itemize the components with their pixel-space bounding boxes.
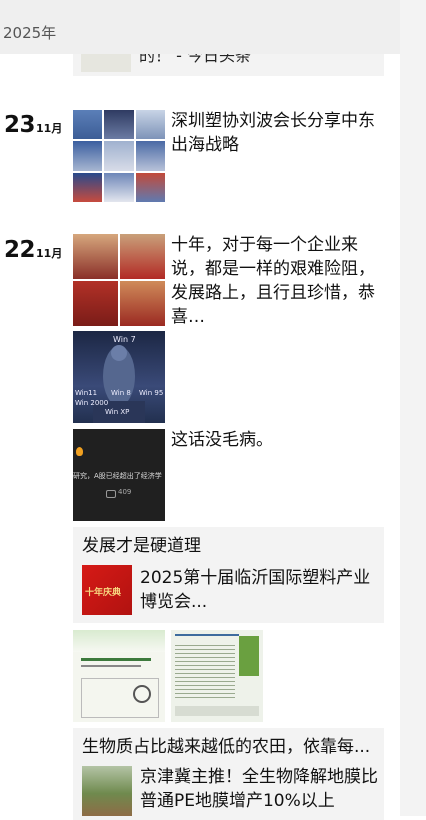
share-link-text: 2025第十届临沂国际塑料产业博览会...: [140, 568, 371, 612]
document-image: [175, 634, 239, 636]
document-image: [73, 630, 165, 652]
post-text[interactable]: 十年，对于每一个企业来说，都是一样的艰难险阻，发展路上，且行且珍惜，恭喜…: [171, 233, 383, 329]
post-image[interactable]: Win 7 Win11 Win 8 Win 95 Win 2000 Win XP: [73, 331, 165, 423]
image-label: Win 8: [111, 389, 131, 397]
shared-link-card[interactable]: 发展才是硬道理 十年庆典 2025第十届临沂国际塑料产业博览会...: [73, 527, 384, 623]
post-month: 11月: [36, 122, 63, 135]
comment-icon: [106, 490, 116, 498]
video-thumbnail[interactable]: 研究，A股已经超出了经济学 409: [73, 429, 165, 521]
post-image[interactable]: [171, 630, 263, 722]
post-text[interactable]: 深圳塑协刘波会长分享中东出海战略: [171, 109, 383, 157]
image-label: Win11: [75, 389, 98, 397]
image-label: Win 95: [139, 389, 164, 397]
image-label: Win 2000: [75, 399, 109, 407]
video-caption: 研究，A股已经超出了经济学: [73, 472, 162, 480]
link-thumbnail: [82, 766, 132, 816]
post-day: 23: [4, 112, 36, 138]
post-day: 22: [4, 237, 36, 263]
thumb-label: 十年庆典: [85, 588, 122, 598]
post-date: 22 11月: [4, 237, 62, 263]
video-count: 409: [118, 488, 132, 496]
image-label: Win 7: [113, 335, 136, 344]
post-image-grid[interactable]: [73, 234, 165, 326]
link-thumbnail: 十年庆典: [82, 565, 132, 615]
post-text[interactable]: 这话没毛病。: [171, 428, 383, 452]
share-link-text: 京津冀主推！全生物降解地膜比普通PE地膜增产10%以上: [140, 767, 378, 811]
flame-icon: [76, 447, 83, 456]
scrollbar-track[interactable]: [400, 0, 426, 816]
year-header: 2025年: [0, 0, 400, 54]
year-label: 2025年: [3, 24, 57, 42]
image-label: Win XP: [105, 408, 130, 416]
post-date: 23 11月: [4, 112, 62, 138]
share-title: 生物质占比越来越低的农田，依靠每...: [82, 737, 371, 757]
post-month: 11月: [36, 247, 63, 260]
shared-link-card[interactable]: 生物质占比越来越低的农田，依靠每... 京津冀主推！全生物降解地膜比普通PE地膜…: [73, 728, 384, 820]
post-image[interactable]: [73, 110, 165, 202]
share-title: 发展才是硬道理: [82, 536, 201, 556]
post-image[interactable]: [73, 630, 165, 722]
